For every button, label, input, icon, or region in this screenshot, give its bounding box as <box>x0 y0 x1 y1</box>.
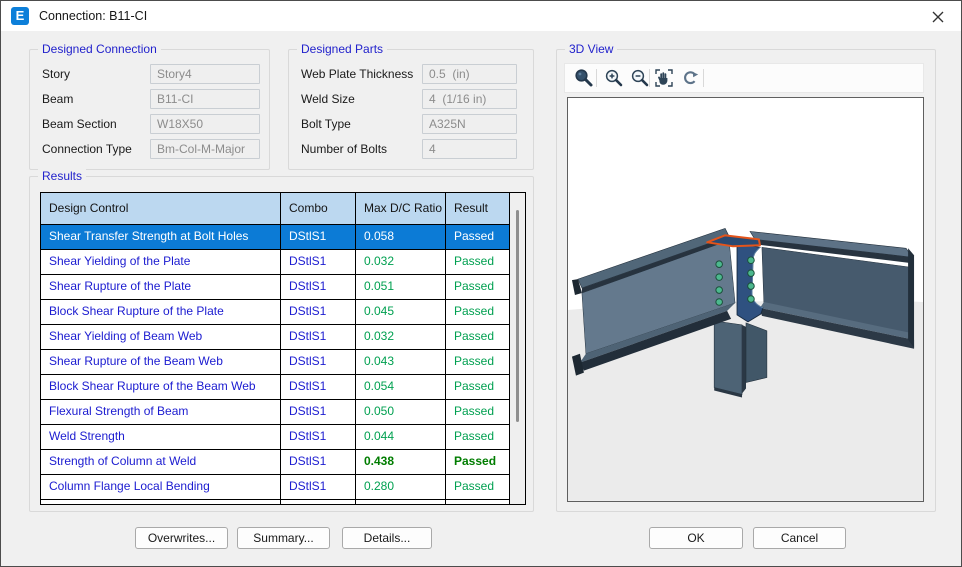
rotate-3d-icon <box>679 67 701 89</box>
designed-connection-legend: Designed Connection <box>38 42 161 56</box>
toolbar-separator <box>649 69 650 87</box>
results-grid: Design Control Combo Max D/C Ratio Resul… <box>41 193 509 504</box>
view3d-legend: 3D View <box>565 42 617 56</box>
details-button[interactable]: Details... <box>342 527 432 549</box>
result-row[interactable]: Shear Transfer Strength at Bolt HolesDSt… <box>41 225 509 250</box>
scrollbar-thumb[interactable] <box>516 210 519 422</box>
zoom-window-button[interactable] <box>573 67 595 89</box>
designed-connection-group: Designed Connection Story Story4 Beam B1… <box>29 49 270 170</box>
connection-dialog: E Connection: B11-CI Designed Connection… <box>0 0 962 567</box>
connection-type-label: Connection Type <box>42 139 132 159</box>
results-legend: Results <box>38 169 86 183</box>
view3d-toolbar <box>564 63 924 93</box>
zoom-in-button[interactable] <box>603 67 625 89</box>
ok-button[interactable]: OK <box>649 527 743 549</box>
connection-type-field: Bm-Col-M-Major <box>150 139 260 159</box>
title-bar: E Connection: B11-CI <box>1 1 961 31</box>
result-row[interactable]: Shear Yielding of the PlateDStlS10.032Pa… <box>41 250 509 275</box>
header-design-control: Design Control <box>41 193 281 224</box>
results-scrollbar[interactable] <box>509 193 526 504</box>
story-field: Story4 <box>150 64 260 84</box>
beam-field: B11-CI <box>150 89 260 109</box>
beam-section-field: W18X50 <box>150 114 260 134</box>
story-label: Story <box>42 64 70 84</box>
header-result: Result <box>446 193 509 224</box>
close-button[interactable] <box>929 8 947 26</box>
designed-parts-group: Designed Parts Web Plate Thickness 0.5 (… <box>288 49 534 170</box>
weld-size-field: 4 (1/16 in) <box>422 89 517 109</box>
result-row[interactable]: Strength of Column at WeldDStlS10.438Pas… <box>41 450 509 475</box>
etabs-logo-icon: E <box>11 7 29 25</box>
zoom-in-icon <box>603 67 625 89</box>
web-plate-thickness-field: 0.5 (in) <box>422 64 517 84</box>
pan-button[interactable] <box>653 67 675 89</box>
number-of-bolts-label: Number of Bolts <box>301 139 387 159</box>
results-header-row: Design Control Combo Max D/C Ratio Resul… <box>41 193 509 225</box>
toolbar-separator <box>703 69 704 87</box>
toolbar-separator <box>596 69 597 87</box>
result-row[interactable]: Shear Rupture of the PlateDStlS10.051Pas… <box>41 275 509 300</box>
result-row-partial <box>41 500 509 505</box>
weld-size-label: Weld Size <box>301 89 355 109</box>
cancel-button[interactable]: Cancel <box>753 527 846 549</box>
close-icon <box>929 8 947 26</box>
header-combo: Combo <box>281 193 356 224</box>
dialog-title: Connection: B11-CI <box>39 9 147 23</box>
bolt-type-field: A325N <box>422 114 517 134</box>
rotate-3d-button[interactable] <box>679 67 701 89</box>
header-max-dc-ratio: Max D/C Ratio <box>356 193 446 224</box>
overwrites-button[interactable]: Overwrites... <box>135 527 228 549</box>
view3d-canvas[interactable] <box>567 97 924 502</box>
result-row[interactable]: Block Shear Rupture of the PlateDStlS10.… <box>41 300 509 325</box>
summary-button[interactable]: Summary... <box>237 527 330 549</box>
result-row[interactable]: Weld StrengthDStlS10.044Passed <box>41 425 509 450</box>
result-row[interactable]: Column Flange Local BendingDStlS10.280Pa… <box>41 475 509 500</box>
results-group: Results Design Control Combo Max D/C Rat… <box>29 176 534 512</box>
pan-hand-icon <box>653 67 675 89</box>
results-table: Design Control Combo Max D/C Ratio Resul… <box>40 192 526 505</box>
zoom-window-icon <box>573 67 595 89</box>
beam-label: Beam <box>42 89 73 109</box>
result-row[interactable]: Flexural Strength of BeamDStlS10.050Pass… <box>41 400 509 425</box>
zoom-out-button[interactable] <box>629 67 651 89</box>
web-plate-thickness-label: Web Plate Thickness <box>301 64 413 84</box>
result-row[interactable]: Shear Yielding of Beam WebDStlS10.032Pas… <box>41 325 509 350</box>
beam-section-label: Beam Section <box>42 114 117 134</box>
connection-3d-rendering <box>568 98 923 501</box>
zoom-out-icon <box>629 67 651 89</box>
result-row[interactable]: Block Shear Rupture of the Beam WebDStlS… <box>41 375 509 400</box>
result-row[interactable]: Shear Rupture of the Beam WebDStlS10.043… <box>41 350 509 375</box>
number-of-bolts-field: 4 <box>422 139 517 159</box>
bolt-type-label: Bolt Type <box>301 114 351 134</box>
designed-parts-legend: Designed Parts <box>297 42 387 56</box>
view3d-group: 3D View <box>556 49 936 512</box>
